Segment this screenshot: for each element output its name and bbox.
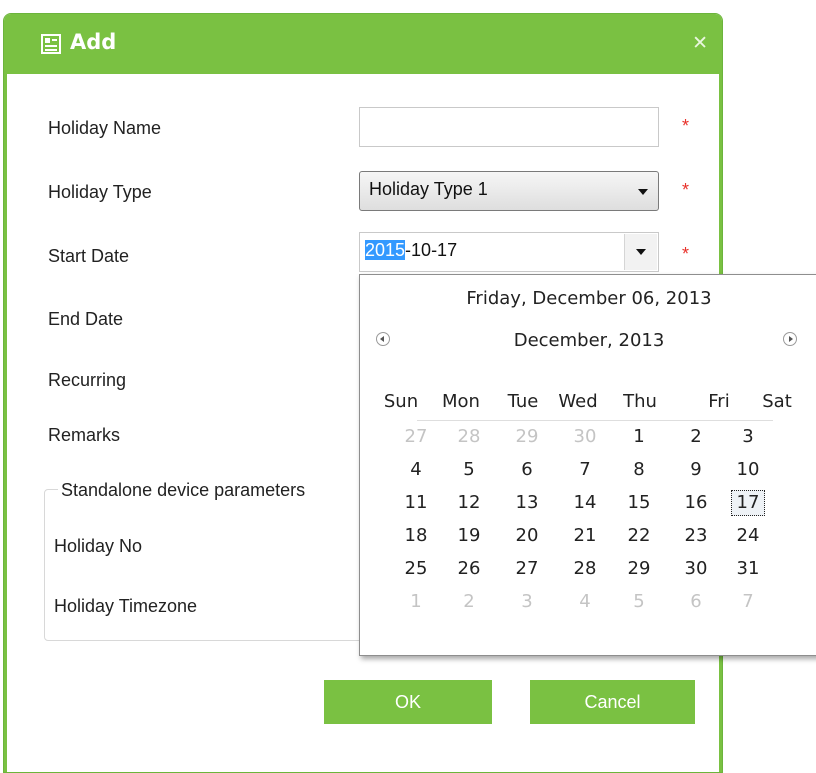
cancel-button[interactable]: Cancel: [530, 680, 695, 724]
holiday-name-required-mark: *: [682, 116, 690, 136]
calendar-day[interactable]: 1: [622, 424, 656, 450]
calendar-day[interactable]: 24: [731, 523, 765, 549]
calendar-day[interactable]: 16: [679, 490, 713, 516]
calendar-day[interactable]: 7: [731, 589, 765, 615]
calendar-day[interactable]: 5: [452, 457, 486, 483]
arrow-right-icon[interactable]: [783, 332, 797, 346]
holiday-name-label: Holiday Name: [48, 118, 162, 138]
calendar-day[interactable]: 23: [679, 523, 713, 549]
calendar-day[interactable]: 6: [679, 589, 713, 615]
date-dropdown-button[interactable]: [624, 234, 657, 270]
calendar-day[interactable]: 2: [679, 424, 713, 450]
remarks-label: Remarks: [48, 425, 121, 445]
calendar-day[interactable]: 26: [452, 556, 486, 582]
holiday-type-label: Holiday Type: [48, 182, 152, 202]
start-date-label: Start Date: [48, 246, 130, 266]
calendar-day[interactable]: 2: [452, 589, 486, 615]
ok-button[interactable]: OK: [324, 680, 492, 724]
holiday-timezone-label: Holiday Timezone: [54, 596, 198, 616]
calendar-day[interactable]: 4: [568, 589, 602, 615]
calendar-day[interactable]: 6: [510, 457, 544, 483]
calendar-month-label: December, 2013: [513, 330, 665, 351]
date-picker-popup: Friday, December 06, 2013 December, 2013…: [359, 274, 816, 656]
calendar-day[interactable]: 8: [622, 457, 656, 483]
standalone-parameters-title: Standalone device parameters: [58, 480, 364, 501]
start-date-required-mark: *: [682, 244, 690, 264]
calendar-day[interactable]: 4: [399, 457, 433, 483]
calendar-day[interactable]: 25: [399, 556, 433, 582]
calendar-day[interactable]: 14: [568, 490, 602, 516]
calendar-day[interactable]: 18: [399, 523, 433, 549]
calendar-day[interactable]: 31: [731, 556, 765, 582]
weekday-mon: Mon: [442, 391, 480, 412]
add-document-icon: [41, 34, 61, 54]
calendar-day[interactable]: 7: [568, 457, 602, 483]
weekday-sat: Sat: [762, 391, 792, 412]
calendar-day[interactable]: 28: [568, 556, 602, 582]
calendar-day[interactable]: 30: [568, 424, 602, 450]
start-date-remainder: -10-17: [405, 240, 458, 260]
standalone-parameters-group: [44, 489, 404, 641]
calendar-day[interactable]: 13: [510, 490, 544, 516]
calendar-today-label[interactable]: Friday, December 06, 2013: [360, 288, 816, 309]
calendar-day[interactable]: 29: [622, 556, 656, 582]
holiday-type-value: Holiday Type 1: [369, 179, 488, 199]
calendar-day[interactable]: 21: [568, 523, 602, 549]
start-date-input[interactable]: 2015-10-17: [359, 232, 659, 272]
calendar-day[interactable]: 5: [622, 589, 656, 615]
end-date-label: End Date: [48, 309, 124, 329]
calendar-day[interactable]: 30: [679, 556, 713, 582]
weekday-thu: Thu: [623, 391, 657, 412]
calendar-day[interactable]: 27: [510, 556, 544, 582]
calendar-day[interactable]: 22: [622, 523, 656, 549]
calendar-day[interactable]: 20: [510, 523, 544, 549]
recurring-label: Recurring: [48, 370, 127, 390]
calendar-day[interactable]: 3: [731, 424, 765, 450]
calendar-day[interactable]: 3: [510, 589, 544, 615]
holiday-name-input[interactable]: [359, 107, 659, 147]
calendar-day[interactable]: 9: [679, 457, 713, 483]
weekday-wed: Wed: [558, 391, 598, 412]
calendar-day[interactable]: 17: [731, 490, 765, 516]
holiday-no-label: Holiday No: [54, 536, 143, 556]
calendar-day[interactable]: 10: [731, 457, 765, 483]
calendar-day[interactable]: 19: [452, 523, 486, 549]
chevron-down-icon: [638, 189, 648, 195]
dialog-titlebar[interactable]: Add ✕: [4, 14, 722, 74]
calendar-day[interactable]: 29: [510, 424, 544, 450]
close-icon[interactable]: ✕: [692, 32, 708, 55]
weekday-tue: Tue: [507, 391, 539, 412]
weekday-sun: Sun: [383, 391, 419, 412]
holiday-type-select[interactable]: Holiday Type 1: [359, 171, 659, 211]
chevron-down-icon: [636, 249, 646, 255]
calendar-day[interactable]: 15: [622, 490, 656, 516]
start-date-value: 2015-10-17: [365, 240, 457, 261]
holiday-type-required-mark: *: [682, 180, 690, 200]
calendar-day[interactable]: 27: [399, 424, 433, 450]
calendar-day[interactable]: 11: [399, 490, 433, 516]
start-date-year-selection: 2015: [365, 240, 406, 260]
calendar-day[interactable]: 1: [399, 589, 433, 615]
calendar-header-divider: [417, 420, 773, 421]
weekday-fri: Fri: [708, 391, 730, 412]
calendar-day[interactable]: 12: [452, 490, 486, 516]
calendar-day[interactable]: 28: [452, 424, 486, 450]
dialog-title: Add: [70, 30, 117, 54]
